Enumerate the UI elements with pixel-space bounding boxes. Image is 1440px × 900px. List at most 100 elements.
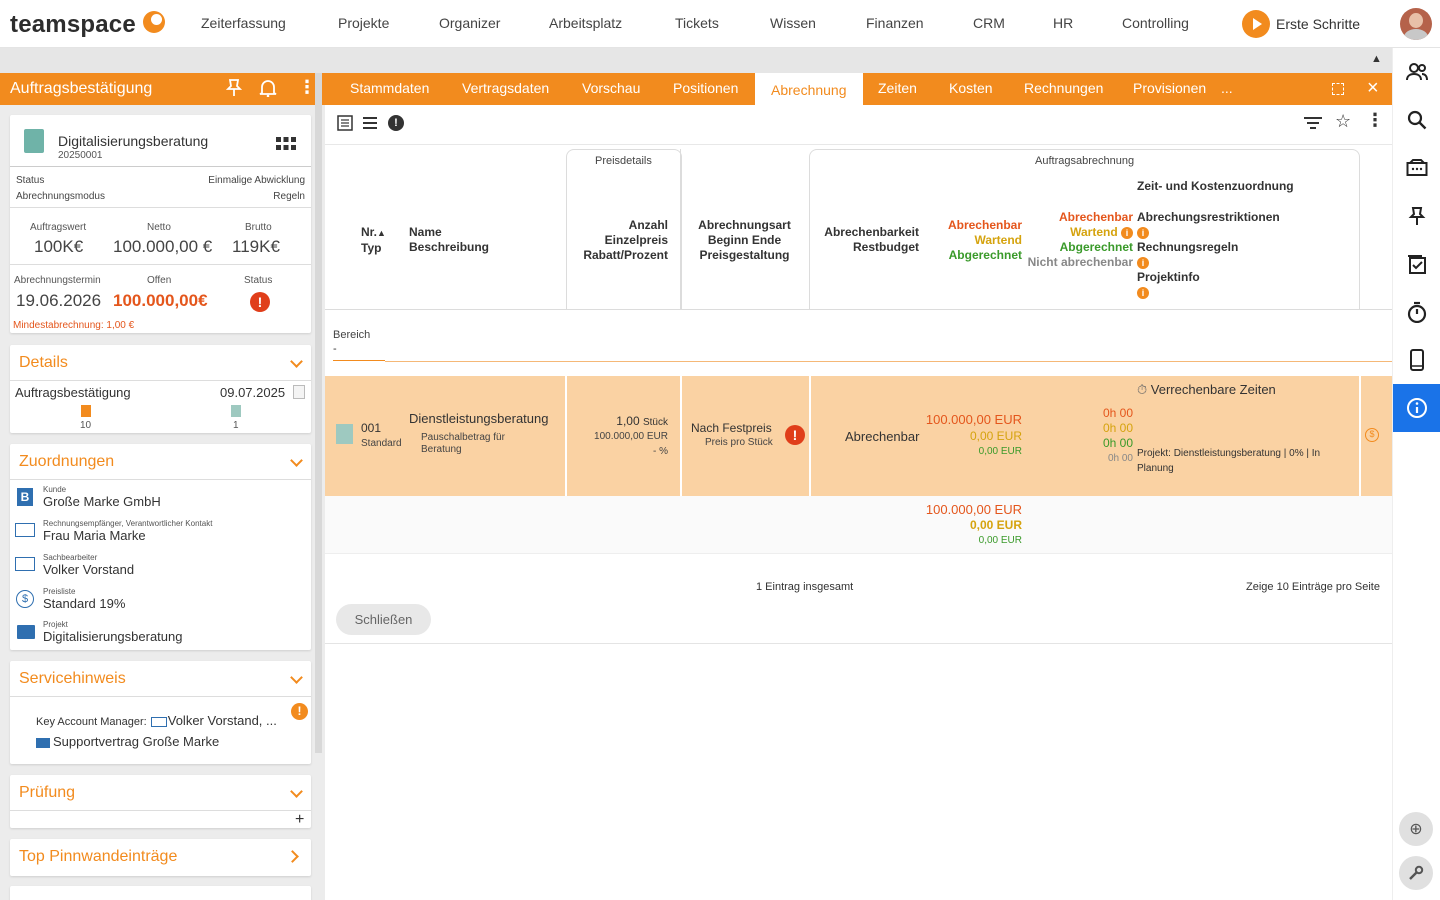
chevron-down-icon[interactable] — [290, 355, 303, 368]
pin-icon[interactable] — [1393, 192, 1440, 240]
nav-wissen[interactable]: Wissen — [770, 15, 816, 31]
col-regeln[interactable]: Rechnungsregeln — [1137, 240, 1294, 255]
col-projektinfo[interactable]: Projektinfo — [1137, 270, 1294, 285]
col-anzahl-label[interactable]: Anzahl — [629, 218, 668, 232]
nav-crm[interactable]: CRM — [973, 15, 1005, 31]
bereich-value[interactable]: - — [333, 343, 337, 355]
chevron-down-icon[interactable] — [290, 671, 303, 684]
nav-tickets[interactable]: Tickets — [675, 15, 719, 31]
col-restriktionen[interactable]: Abrechungsrestriktionen — [1137, 210, 1294, 225]
fullscreen-icon[interactable] — [1332, 83, 1344, 95]
user-avatar[interactable] — [1400, 8, 1432, 40]
tab-rechnungen[interactable]: Rechnungen — [1008, 73, 1119, 105]
tasks-icon[interactable] — [1393, 240, 1440, 288]
warning-icon[interactable]: ! — [785, 425, 805, 445]
col-zuordnung[interactable]: Zeit- und Kostenzuordnung Abrechungsrest… — [1137, 179, 1294, 300]
timer-icon[interactable] — [1393, 288, 1440, 336]
add-circle-icon[interactable]: ⊕ — [1399, 812, 1433, 846]
col-stunden[interactable]: Abrechenbar Wartend i Abgerechnet Nicht abr… — [1015, 210, 1133, 270]
service-kam-value[interactable]: Volker Vorstand, ... — [168, 713, 277, 728]
col-h-nicht[interactable]: Nicht abrechenbar — [1028, 255, 1133, 269]
chevron-right-icon[interactable] — [286, 850, 299, 863]
brand-logo[interactable]: teamspace — [10, 11, 136, 39]
tab-zeiten[interactable]: Zeiten — [862, 73, 933, 105]
alert-icon[interactable]: ! — [388, 115, 404, 131]
col-beschreibung[interactable]: Beschreibung — [409, 240, 489, 254]
col-einzelpreis[interactable]: Einzelpreis — [605, 233, 668, 247]
row-verrechenbar-label[interactable]: Verrechenbare Zeiten — [1151, 382, 1276, 397]
nav-zeiterfassung[interactable]: Zeiterfassung — [201, 15, 286, 31]
col-abrechnungsart[interactable]: Abrechnungsart Beginn Ende Preisgestaltung — [681, 218, 808, 263]
row-verrechenbar[interactable]: ⏱ Verrechenbare Zeiten — [1137, 382, 1276, 398]
row-name[interactable]: Dienstleistungsberatung — [409, 411, 548, 426]
zuordnung-value-projekt[interactable]: Digitalisierungsberatung — [43, 629, 182, 644]
col-abrechnungsart-label[interactable]: Abrechnungsart — [698, 218, 791, 232]
col-preisgestaltung[interactable]: Preisgestaltung — [699, 248, 789, 262]
nav-organizer[interactable]: Organizer — [439, 15, 500, 31]
wrench-icon[interactable] — [1399, 856, 1433, 890]
nav-hr[interactable]: HR — [1053, 15, 1073, 31]
zuordnung-value-preisliste[interactable]: Standard 19% — [43, 596, 125, 611]
col-h-wartend[interactable]: Wartend — [1070, 225, 1118, 239]
tab-more[interactable]: ... — [1213, 73, 1241, 105]
nav-controlling[interactable]: Controlling — [1122, 15, 1189, 31]
tab-abrechnung[interactable]: Abrechnung — [755, 73, 863, 105]
col-abrechenbar[interactable]: Abrechenbar — [948, 218, 1022, 232]
close-icon[interactable]: × — [1367, 77, 1379, 100]
servicehinweis-title[interactable]: Servicehinweis — [19, 670, 126, 688]
col-abrechenbarkeit-label[interactable]: Abrechenbarkeit — [824, 225, 919, 239]
apps-grid-icon[interactable] — [276, 137, 296, 156]
filter-icon[interactable] — [1303, 116, 1323, 135]
contacts-icon[interactable] — [1393, 48, 1440, 96]
sort-asc-icon[interactable]: ▲ — [377, 228, 386, 238]
bell-icon[interactable] — [259, 79, 277, 102]
zuordnungen-title[interactable]: Zuordnungen — [19, 453, 114, 471]
service-vertrag-label[interactable]: Supportvertrag Große Marke — [53, 734, 219, 749]
left-scrollbar[interactable] — [315, 73, 322, 753]
col-abgerechnet[interactable]: Abgerechnet — [949, 248, 1022, 262]
star-icon[interactable]: ☆ — [1335, 111, 1351, 132]
col-h-abgerechnet[interactable]: Abgerechnet — [1060, 240, 1133, 254]
menu-icon[interactable] — [362, 115, 378, 136]
coins-icon[interactable]: $ — [1365, 428, 1379, 442]
col-betraege[interactable]: Abrechenbar Wartend Abgerechnet — [928, 218, 1022, 263]
details-doc[interactable]: Auftragsbestätigung — [15, 385, 131, 400]
pdf-icon[interactable] — [293, 385, 305, 399]
col-name-label[interactable]: Name — [409, 225, 442, 239]
list-view-icon[interactable] — [337, 115, 353, 136]
more-vert-icon[interactable]: ⋮ — [298, 77, 316, 98]
col-zeitkosten[interactable]: Zeit- und Kostenzuordnung — [1137, 179, 1294, 194]
chevron-down-icon[interactable] — [290, 785, 303, 798]
erste-schritte-button[interactable]: Erste Schritte — [1242, 10, 1360, 38]
nav-projekte[interactable]: Projekte — [338, 15, 389, 31]
col-abrechenbarkeit[interactable]: Abrechenbarkeit Restbudget — [819, 225, 919, 255]
chevron-down-icon[interactable] — [290, 454, 303, 467]
col-anzahl[interactable]: Anzahl Einzelpreis Rabatt/Prozent — [555, 218, 668, 263]
tab-vorschau[interactable]: Vorschau — [566, 73, 656, 105]
add-icon[interactable]: + — [295, 811, 304, 829]
info-icon[interactable]: i — [1137, 226, 1149, 239]
info-icon[interactable] — [1393, 384, 1440, 432]
pin-icon[interactable] — [225, 79, 243, 102]
pinnwand-title[interactable]: Top Pinnwandeinträge — [19, 848, 177, 866]
details-title[interactable]: Details — [19, 354, 68, 372]
tab-positionen[interactable]: Positionen — [657, 73, 754, 105]
zuordnung-value-sachbearbeiter[interactable]: Volker Vorstand — [43, 562, 134, 577]
zuordnung-value-empfaenger[interactable]: Frau Maria Marke — [43, 528, 146, 543]
tab-kosten[interactable]: Kosten — [933, 73, 1009, 105]
col-h-abrechenbar[interactable]: Abrechenbar — [1059, 210, 1133, 224]
warning-icon[interactable]: ! — [291, 703, 308, 720]
col-nr[interactable]: Nr. — [361, 225, 377, 239]
nav-arbeitsplatz[interactable]: Arbeitsplatz — [549, 15, 622, 31]
pager-size[interactable]: 10 — [1277, 581, 1289, 593]
col-rabatt[interactable]: Rabatt/Prozent — [583, 248, 668, 262]
col-typ[interactable]: Typ — [361, 241, 381, 255]
schliessen-button[interactable]: Schließen — [336, 604, 431, 635]
inbox-icon[interactable] — [1393, 144, 1440, 192]
pruefung-title[interactable]: Prüfung — [19, 784, 75, 802]
tab-stammdaten[interactable]: Stammdaten — [334, 73, 445, 105]
col-beginn[interactable]: Beginn Ende — [708, 233, 781, 247]
zuordnung-value-kunde[interactable]: Große Marke GmbH — [43, 494, 161, 509]
table-row[interactable]: 001 Standard Dienstleistungsberatung Pau… — [325, 376, 1392, 496]
tab-vertragsdaten[interactable]: Vertragsdaten — [446, 73, 565, 105]
